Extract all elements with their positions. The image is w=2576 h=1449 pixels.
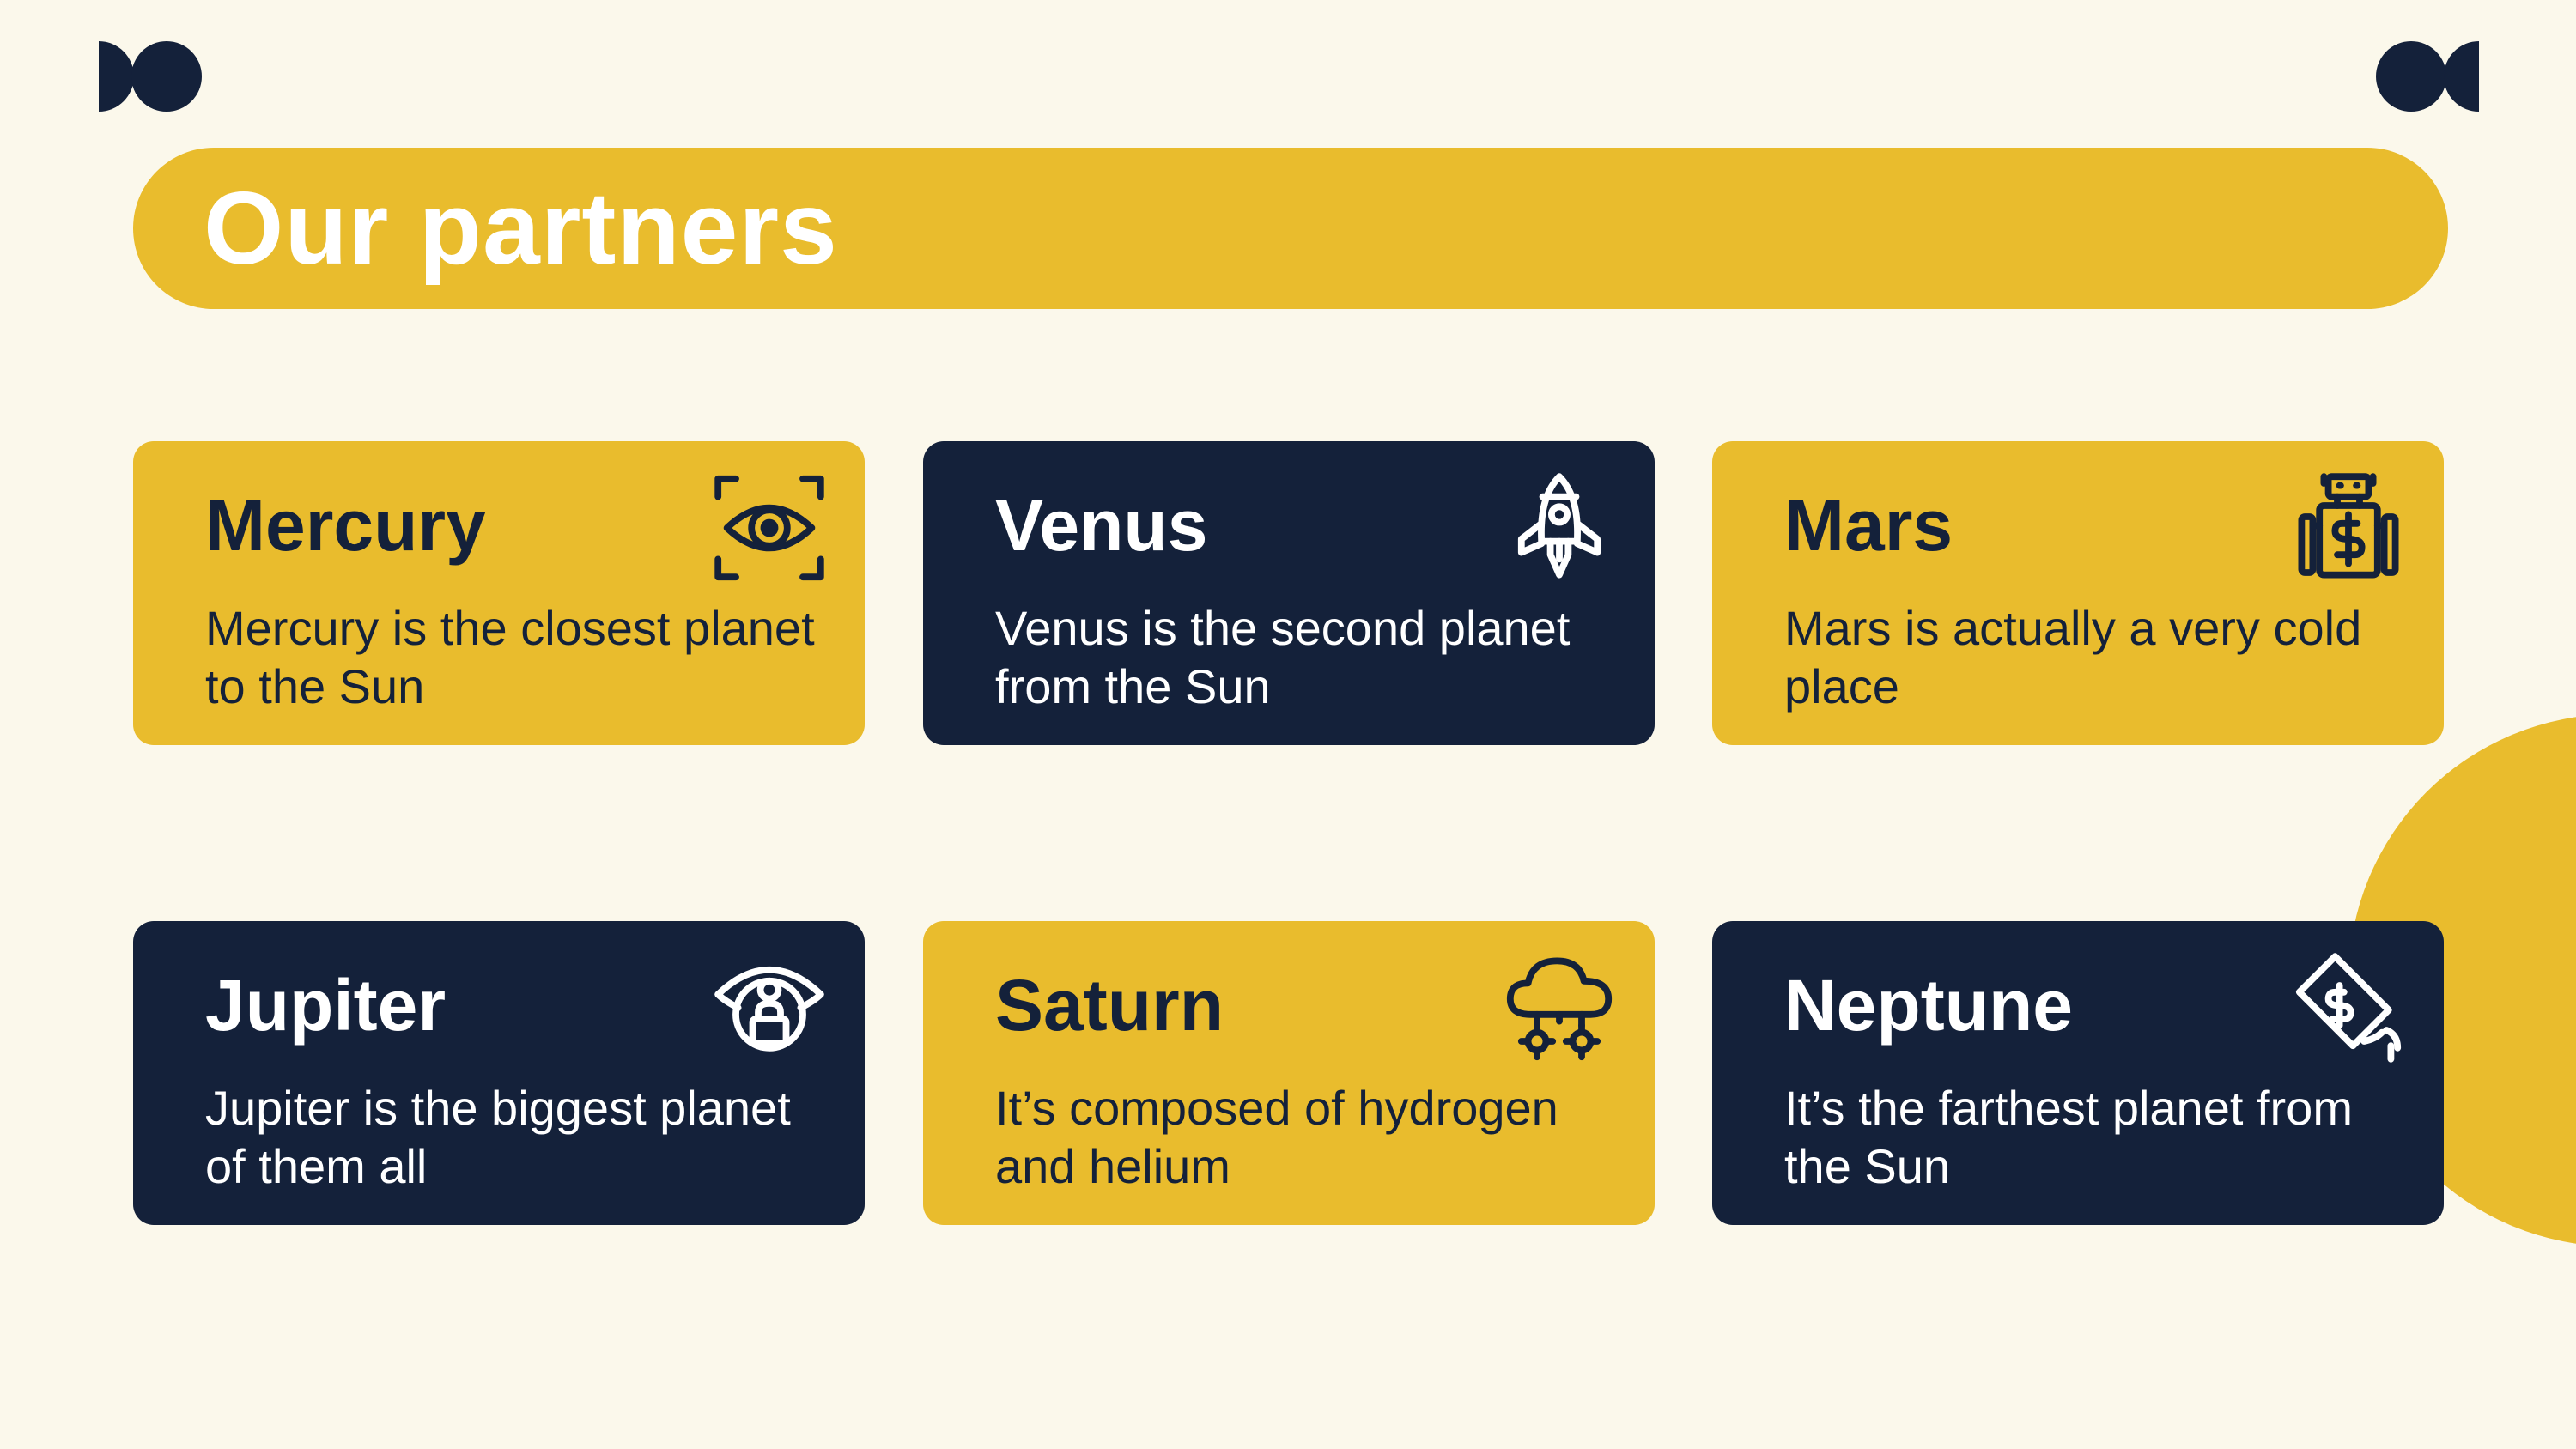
card-description: It’s the farthest planet from the Sun	[1784, 1081, 2353, 1193]
partner-card-jupiter: Jupiter Jupiter is the biggest planet of…	[133, 921, 865, 1225]
card-description: It’s composed of hydrogen and helium	[995, 1081, 1558, 1193]
card-description: Venus is the second planet from the Sun	[995, 601, 1571, 713]
logo-mark-icon	[99, 41, 202, 112]
logo-mark-icon	[2376, 41, 2479, 112]
slide: Our partners Mercury Mercury is the clos…	[0, 0, 2576, 1449]
partner-card-saturn: Saturn It’s composed of hydrogen and hel…	[923, 921, 1655, 1225]
robot-dollar-icon	[2293, 472, 2404, 584]
partner-card-venus: Venus Venus is the second planet from th…	[923, 441, 1655, 745]
rocket-icon	[1504, 472, 1615, 584]
eye-lock-icon	[714, 952, 825, 1064]
page-title: Our partners	[204, 171, 838, 286]
card-description: Mars is actually a very cold place	[1784, 601, 2362, 713]
eye-scan-icon	[714, 472, 825, 584]
card-description: Jupiter is the biggest planet of them al…	[205, 1081, 791, 1193]
title-bar: Our partners	[133, 148, 2448, 309]
price-tag-icon	[2293, 952, 2404, 1064]
card-description: Mercury is the closest planet to the Sun	[205, 601, 815, 713]
partner-card-mercury: Mercury Mercury is the closest planet to…	[133, 441, 865, 745]
cloud-gears-icon	[1504, 952, 1615, 1064]
partner-card-mars: Mars Mars is actually a very cold place	[1712, 441, 2444, 745]
partner-card-neptune: Neptune It’s the farthest planet from th…	[1712, 921, 2444, 1225]
